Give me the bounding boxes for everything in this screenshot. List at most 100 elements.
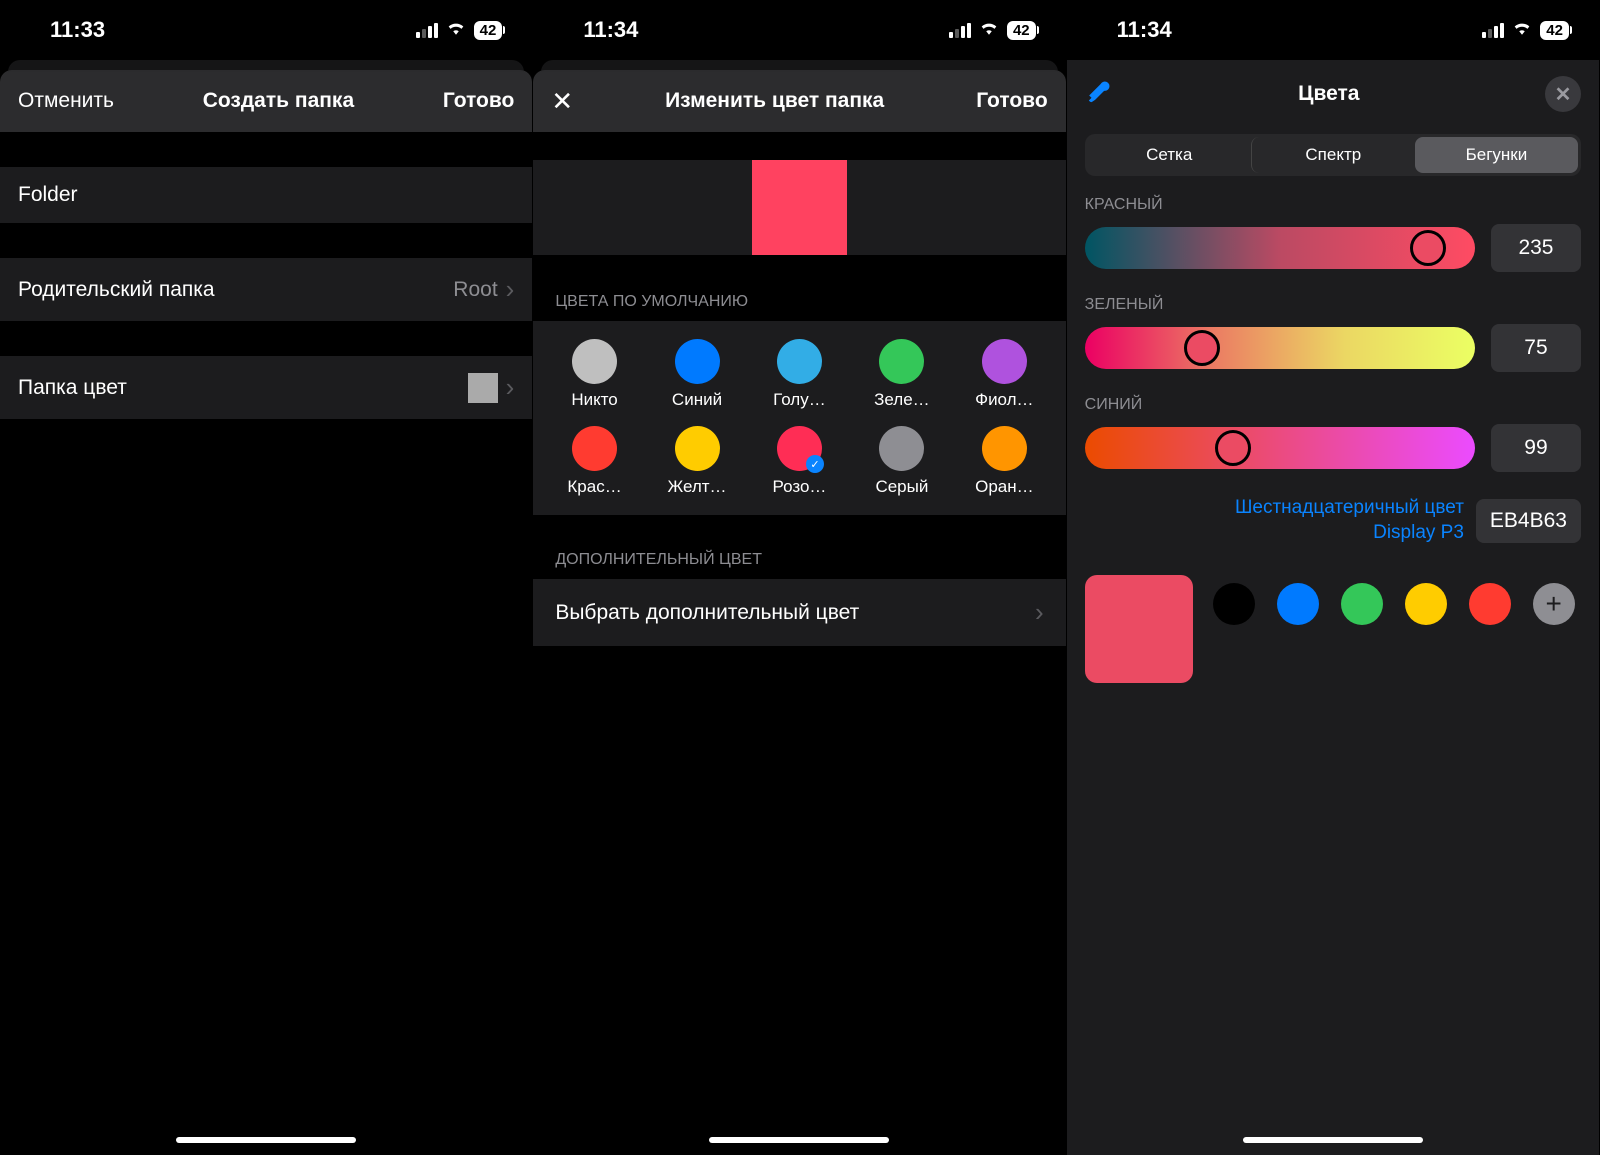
status-bar: 11:34 42 <box>533 0 1065 60</box>
color-option[interactable]: Крас… <box>555 426 635 497</box>
nav-bar: Отменить Создать папка Готово <box>0 70 532 132</box>
tab-grid[interactable]: Сетка <box>1088 137 1251 173</box>
color-circle-icon <box>879 426 924 471</box>
chevron-right-icon: › <box>1035 597 1044 628</box>
color-option-label: Оран… <box>975 477 1034 497</box>
color-circle-icon: ✓ <box>777 426 822 471</box>
default-colors-header: ЦВЕТА ПО УМОЛЧАНИЮ <box>533 283 1065 321</box>
color-option-label: Синий <box>672 390 722 410</box>
default-colors-grid: Никто Синий Голу… Зеле… Фиол… Крас… Желт… ✓ Розо… <box>533 321 1065 515</box>
blue-label: СИНИЙ <box>1085 396 1581 414</box>
saved-swatch[interactable] <box>1341 583 1383 625</box>
status-time: 11:34 <box>1117 17 1172 43</box>
wifi-icon <box>978 16 1000 44</box>
picker-tabs: Сетка Спектр Бегунки <box>1085 134 1581 176</box>
cancel-button[interactable]: Отменить <box>18 89 114 113</box>
green-value[interactable]: 75 <box>1491 324 1581 372</box>
home-indicator[interactable] <box>1243 1137 1423 1143</box>
battery-icon: 42 <box>1540 21 1569 40</box>
color-circle-icon <box>675 426 720 471</box>
cellular-icon <box>416 23 438 38</box>
add-swatch-button[interactable]: + <box>1533 583 1575 625</box>
blue-value[interactable]: 99 <box>1491 424 1581 472</box>
saved-swatch[interactable] <box>1469 583 1511 625</box>
color-option-label: Голу… <box>773 390 826 410</box>
color-circle-icon <box>879 339 924 384</box>
color-option-label: Розо… <box>772 477 826 497</box>
red-value[interactable]: 235 <box>1491 224 1581 272</box>
color-option[interactable]: Голу… <box>759 339 839 410</box>
saved-swatch[interactable] <box>1277 583 1319 625</box>
saved-swatch[interactable] <box>1213 583 1255 625</box>
color-option[interactable]: Никто <box>555 339 635 410</box>
color-preview-square <box>468 373 498 403</box>
wifi-icon <box>1511 16 1533 44</box>
parent-folder-label: Родительский папка <box>18 278 215 302</box>
color-option[interactable]: Оран… <box>964 426 1044 497</box>
status-time: 11:33 <box>50 17 105 43</box>
battery-icon: 42 <box>1007 21 1036 40</box>
color-circle-icon <box>675 339 720 384</box>
status-bar: 11:34 42 <box>1067 0 1599 60</box>
status-icons: 42 <box>416 16 503 44</box>
additional-color-header: ДОПОЛНИТЕЛЬНЫЙ ЦВЕТ <box>533 541 1065 579</box>
folder-color-label: Папка цвет <box>18 376 127 400</box>
picker-title: Цвета <box>1298 82 1359 106</box>
hex-value-field[interactable]: EB4B63 <box>1476 499 1581 543</box>
red-label: КРАСНЫЙ <box>1085 196 1581 214</box>
screen-color-picker: 11:34 42 Цвета ✕ Сетка Спектр Бегунки КР… <box>1067 0 1600 1155</box>
battery-icon: 42 <box>474 21 503 40</box>
sheet-background <box>8 60 524 72</box>
checkmark-icon: ✓ <box>806 455 824 473</box>
color-option[interactable]: Желт… <box>657 426 737 497</box>
saved-swatch[interactable] <box>1405 583 1447 625</box>
cellular-icon <box>949 23 971 38</box>
color-option[interactable]: Синий <box>657 339 737 410</box>
choose-additional-color-label: Выбрать дополнительный цвет <box>555 601 859 625</box>
color-option-label: Крас… <box>567 477 621 497</box>
eyedropper-button[interactable] <box>1085 78 1113 111</box>
nav-title: Создать папка <box>203 89 354 113</box>
color-option-label: Серый <box>875 477 928 497</box>
home-indicator[interactable] <box>709 1137 889 1143</box>
hex-colorspace-link[interactable]: Шестнадцатеричный цвет Display P3 <box>1235 496 1464 545</box>
close-button[interactable]: ✕ <box>551 86 573 117</box>
color-option-label: Зеле… <box>874 390 930 410</box>
folder-color-row[interactable]: Папка цвет › <box>0 356 532 419</box>
color-circle-icon <box>572 339 617 384</box>
green-label: ЗЕЛЕНЫЙ <box>1085 296 1581 314</box>
color-option[interactable]: ✓ Розо… <box>759 426 839 497</box>
color-circle-icon <box>982 426 1027 471</box>
wifi-icon <box>445 16 467 44</box>
home-indicator[interactable] <box>176 1137 356 1143</box>
color-circle-icon <box>982 339 1027 384</box>
color-option-label: Никто <box>571 390 617 410</box>
done-button[interactable]: Готово <box>443 89 514 113</box>
screen-create-folder: 11:33 42 Отменить Создать папка Готово F… <box>0 0 533 1155</box>
nav-bar: ✕ Изменить цвет папка Готово <box>533 70 1065 132</box>
tab-sliders[interactable]: Бегунки <box>1415 137 1578 173</box>
blue-slider[interactable] <box>1085 427 1475 469</box>
status-time: 11:34 <box>583 17 638 43</box>
parent-folder-value: Root <box>453 278 497 302</box>
close-button[interactable]: ✕ <box>1545 76 1581 112</box>
color-option[interactable]: Серый <box>862 426 942 497</box>
saved-swatches: + <box>1213 575 1575 625</box>
sheet-background <box>541 60 1057 72</box>
color-option[interactable]: Фиол… <box>964 339 1044 410</box>
color-option[interactable]: Зеле… <box>862 339 942 410</box>
status-icons: 42 <box>1482 16 1569 44</box>
chevron-right-icon: › <box>506 372 515 403</box>
nav-title: Изменить цвет папка <box>665 89 884 113</box>
folder-name-field[interactable]: Folder <box>0 167 532 223</box>
choose-additional-color-row[interactable]: Выбрать дополнительный цвет › <box>533 579 1065 646</box>
chevron-right-icon: › <box>506 274 515 305</box>
green-slider[interactable] <box>1085 327 1475 369</box>
status-bar: 11:33 42 <box>0 0 532 60</box>
red-slider[interactable] <box>1085 227 1475 269</box>
current-color-swatch <box>1085 575 1193 683</box>
done-button[interactable]: Готово <box>976 89 1047 113</box>
parent-folder-row[interactable]: Родительский папка Root › <box>0 258 532 321</box>
tab-spectrum[interactable]: Спектр <box>1251 137 1415 173</box>
color-option-label: Фиол… <box>975 390 1033 410</box>
